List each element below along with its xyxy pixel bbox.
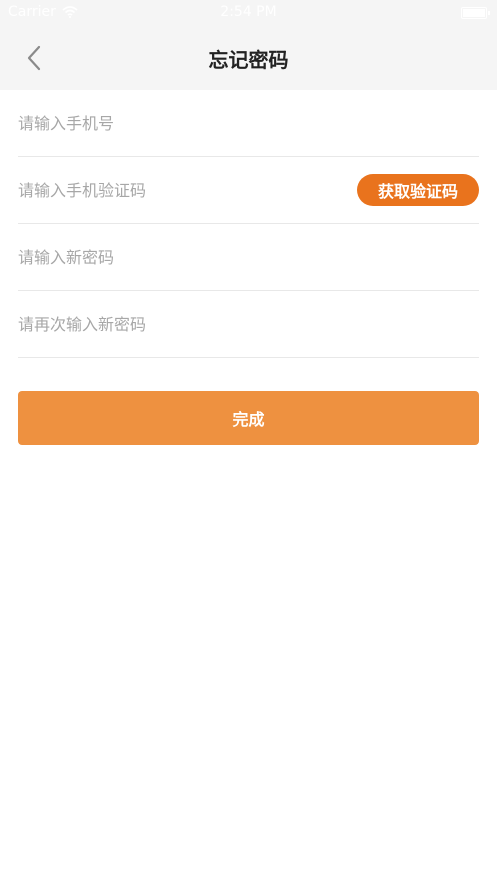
submit-button[interactable]: 完成 [18,391,479,445]
forgot-password-form: 获取验证码 [18,90,479,358]
status-time: 2:54 PM [220,4,277,20]
confirm-password-input[interactable] [18,291,479,357]
nav-bar: 忘记密码 [0,26,497,90]
new-password-input[interactable] [18,224,479,290]
phone-input[interactable] [18,90,479,156]
phone-field-row [18,90,479,157]
status-bar: Carrier 2:54 PM [0,0,497,26]
page-title: 忘记密码 [208,48,289,72]
new-password-field-row [18,224,479,291]
get-code-button[interactable]: 获取验证码 [357,174,479,206]
code-field-row: 获取验证码 [18,157,479,224]
confirm-password-field-row [18,291,479,358]
battery-icon [461,7,490,19]
